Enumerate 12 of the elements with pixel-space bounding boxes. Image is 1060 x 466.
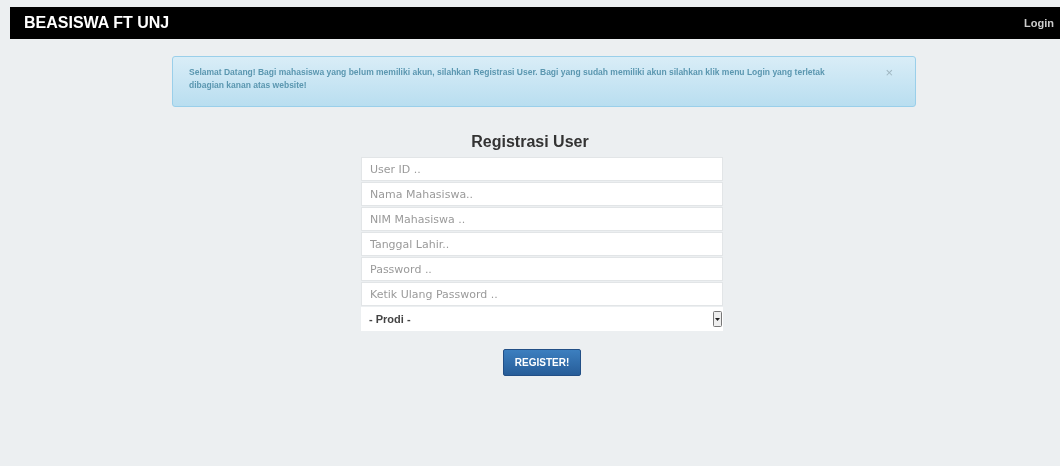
input-field[interactable]: Nama Mahasiswa..: [361, 182, 723, 206]
alert-message: Selamat Datang! Bagi mahasiswa yang belum memiliki akun, silahkan Registrasi User. Bagi yang sudah memiliki akun silahkan klik menu Login yang terletak dibagian kanan atas website!: [189, 66, 826, 92]
input-field[interactable]: User ID ..: [361, 157, 723, 181]
brand-title[interactable]: BEASISWA FT UNJ: [24, 14, 170, 32]
prodi-select[interactable]: - Prodi -: [361, 307, 723, 331]
register-button[interactable]: REGISTER!: [502, 349, 582, 376]
input-field[interactable]: Password ..: [361, 257, 723, 281]
input-field[interactable]: Tanggal Lahir..: [361, 232, 723, 256]
input-field[interactable]: NIM Mahasiswa ..: [361, 207, 723, 231]
login-link[interactable]: Login: [1024, 17, 1054, 29]
input-field[interactable]: Ketik Ulang Password ..: [361, 282, 723, 306]
form-title: Registrasi User: [470, 133, 590, 151]
